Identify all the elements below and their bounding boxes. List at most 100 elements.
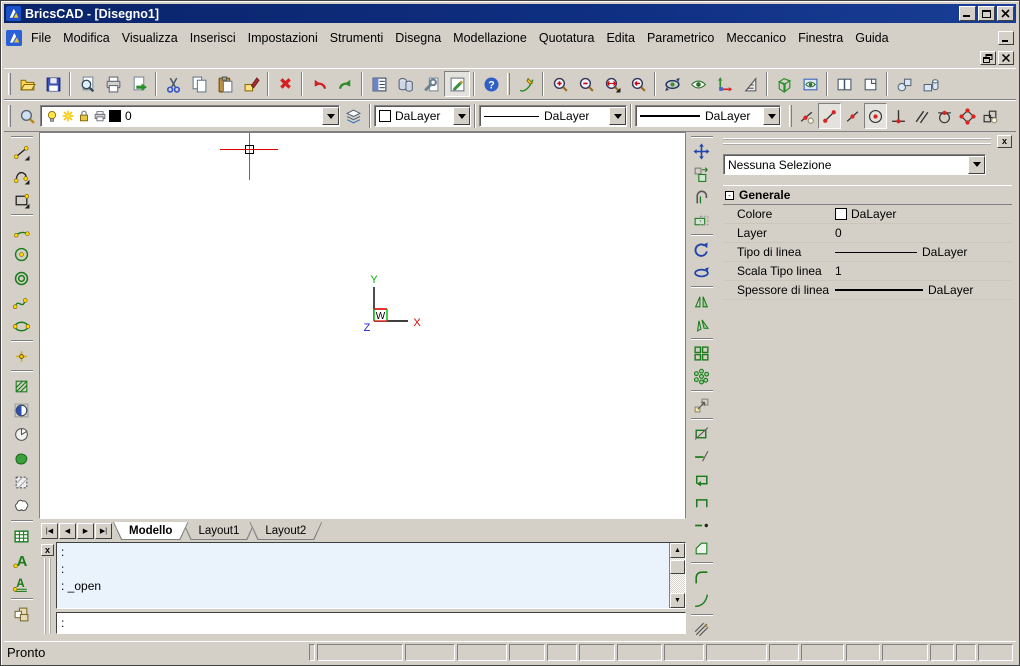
snap-parallel-icon[interactable] [910,103,933,129]
solids-icon[interactable] [917,71,943,97]
explode-icon[interactable] [689,618,714,641]
mirror-icon[interactable] [689,290,714,313]
dropdown-arrow-icon[interactable] [322,107,339,125]
print-icon[interactable] [100,71,126,97]
drawing-canvas[interactable]: W Y X Z [39,132,686,519]
rectangle-icon[interactable] [9,188,34,212]
redo-icon[interactable] [332,71,358,97]
zoom-out-icon[interactable] [573,71,599,97]
minimize-icon[interactable] [959,6,976,21]
scrollbar-thumb[interactable] [670,560,685,574]
close-polyline-icon[interactable] [689,468,714,491]
previous-tab-icon[interactable]: ◀ [59,523,76,539]
mdi-close-icon[interactable] [998,51,1014,65]
property-value[interactable]: 1 [835,264,1012,278]
sheet-set-icon[interactable] [392,71,418,97]
toolbar-grip[interactable] [8,105,11,127]
ellipse-icon[interactable] [9,314,34,338]
snap-quadrant-icon[interactable] [956,103,979,129]
boundary-icon[interactable] [9,446,34,470]
menu-item-modellazione[interactable]: Modellazione [447,29,533,47]
property-value[interactable]: DaLayer [835,207,1012,221]
menu-item-impostazioni[interactable]: Impostazioni [242,29,324,47]
wipeout-icon[interactable] [9,470,34,494]
linetype-combo[interactable]: DaLayer [479,105,627,127]
rotate-3d-icon[interactable] [689,261,714,284]
menu-item-disegna[interactable]: Disegna [389,29,447,47]
text-icon[interactable]: A [9,572,34,596]
tab-layout1[interactable]: Layout1 [182,522,255,540]
snap-nearest-icon[interactable] [795,103,818,129]
toolbar-grip[interactable] [691,136,713,138]
delete-icon[interactable] [272,71,298,97]
new-view-icon[interactable] [857,71,883,97]
stretch-icon[interactable] [689,209,714,232]
line-icon[interactable] [9,140,34,164]
settings-icon[interactable] [418,71,444,97]
cut-icon[interactable] [160,71,186,97]
zoom-extents-icon[interactable] [599,71,625,97]
zoom-in-icon[interactable] [547,71,573,97]
polyline-icon[interactable] [9,164,34,188]
viewports-icon[interactable] [831,71,857,97]
move-icon[interactable] [689,140,714,163]
donut-icon[interactable] [9,266,34,290]
tab-modello[interactable]: Modello [113,522,188,540]
scroll-down-icon[interactable]: ▼ [670,593,685,608]
save-icon[interactable] [40,71,66,97]
open-polyline-icon[interactable] [689,491,714,514]
lock-icon[interactable] [77,109,91,123]
blend-icon[interactable] [689,589,714,612]
menu-item-file[interactable]: File [25,29,57,47]
property-value[interactable]: DaLayer [835,283,1012,297]
section-header-generale[interactable]: - Generale [723,186,1012,205]
scroll-up-icon[interactable]: ▲ [670,543,685,558]
color-combo[interactable]: DaLayer [374,105,471,127]
menu-item-meccanico[interactable]: Meccanico [720,29,792,47]
print-preview-icon[interactable] [74,71,100,97]
toolbar-grip[interactable] [11,136,33,138]
menu-item-inserisci[interactable]: Inserisci [184,29,242,47]
dropdown-arrow-icon[interactable] [453,107,470,125]
quick-select-filter-icon[interactable] [990,155,1012,175]
rotate-icon[interactable] [689,238,714,261]
entity-select-icon[interactable] [891,71,917,97]
dropdown-arrow-icon[interactable] [609,107,626,125]
circle-icon[interactable] [9,242,34,266]
snap-midpoint-icon[interactable] [841,103,864,129]
properties-bar-icon[interactable] [444,71,470,97]
toolbar-grip[interactable] [507,73,510,95]
property-row-scala-tipo-linea[interactable]: Scala Tipo linea1 [723,262,1012,281]
mtext-icon[interactable]: A [9,548,34,572]
menu-item-quotatura[interactable]: Quotatura [533,29,601,47]
array-polar-icon[interactable] [689,365,714,388]
copy-entity-icon[interactable] [689,163,714,186]
arc-icon[interactable] [9,218,34,242]
mirror-3d-icon[interactable] [689,313,714,336]
maximize-icon[interactable] [978,6,995,21]
explore-layers-button[interactable] [14,103,40,129]
close-icon[interactable]: x [997,135,1012,148]
layer-states-button[interactable] [340,103,366,129]
copy-icon[interactable] [186,71,212,97]
layer-combo[interactable]: 0 [40,105,340,127]
snap-perpendicular-icon[interactable] [887,103,910,129]
chamfer-icon[interactable] [689,537,714,560]
mdi-restore-icon[interactable] [980,51,996,65]
gradient-icon[interactable] [9,398,34,422]
break-icon[interactable] [689,514,714,537]
trim-icon[interactable] [689,422,714,445]
offset-icon[interactable] [689,186,714,209]
scrollbar[interactable]: ▲ ▼ [669,543,685,608]
toolbar-grip[interactable] [789,105,792,127]
hatch-icon[interactable] [9,374,34,398]
mdi-minimize-icon[interactable] [998,31,1014,45]
undo-icon[interactable] [306,71,332,97]
panel-grip[interactable] [44,558,51,634]
scale-entity-icon[interactable] [689,394,714,417]
drawing-explorer-icon[interactable] [366,71,392,97]
revision-cloud-icon[interactable] [9,494,34,518]
spline-icon[interactable] [9,290,34,314]
scrollbar-track[interactable] [670,558,685,593]
ucs-icon-icon[interactable] [711,71,737,97]
